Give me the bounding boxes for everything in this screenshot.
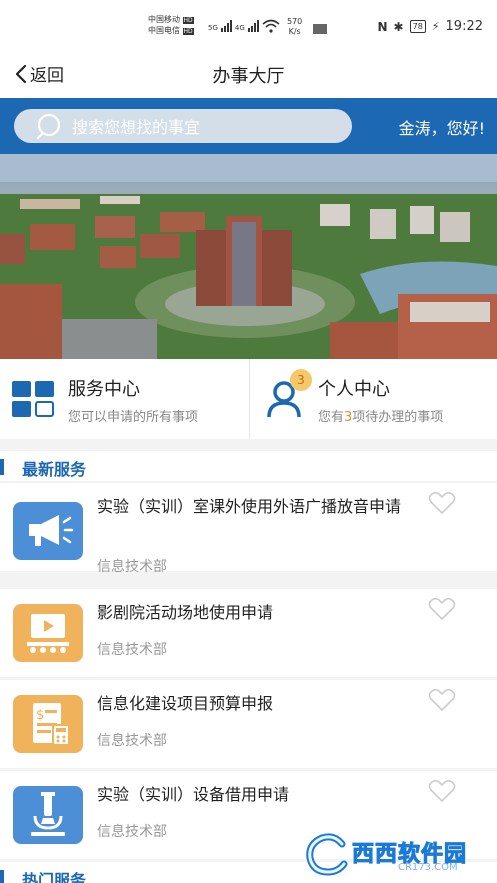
clock: 19:22: [445, 19, 483, 34]
carrier-info: 中国移动 HD 中国电信 HD: [148, 15, 194, 37]
service-dept: 信息技术部: [97, 642, 167, 658]
wifi-icon: [262, 19, 280, 33]
favorite-heart-icon[interactable]: [428, 779, 456, 803]
battery-icon: 78: [409, 20, 426, 33]
subtitle-suffix: 项待办理的事项: [352, 410, 444, 425]
hot-services-title: 热门服务: [22, 871, 87, 883]
carrier-2: 中国电信: [148, 26, 180, 35]
status-bar: 中国移动 HD 中国电信 HD 5G 4G 570 K/s N ✱ 78 ⚡ 1…: [0, 0, 497, 48]
mail-icon: [313, 24, 327, 34]
service-dept: 信息技术部: [97, 559, 167, 575]
network-5g: 5G: [208, 24, 218, 32]
subtitle-prefix: 您有: [318, 410, 345, 425]
personal-center-subtitle: 您有3项待办理的事项: [318, 406, 443, 425]
signal-icons: 5G 4G: [208, 20, 259, 32]
latest-services-header: 最新服务: [0, 451, 497, 481]
page-title: 办事大厅: [212, 66, 285, 87]
svg-text:$: $: [36, 708, 44, 723]
personal-center-title: 个人中心: [318, 379, 390, 400]
network-speed: 570 K/s: [287, 17, 302, 37]
charging-icon: ⚡: [431, 20, 440, 33]
user-greeting: 金涛，您好!: [398, 119, 485, 138]
service-item[interactable]: 影剧院活动场地使用申请 信息技术部: [0, 589, 497, 677]
nfc-icon: N: [377, 19, 388, 34]
theater-icon: [13, 604, 83, 662]
microscope-icon: [13, 786, 83, 844]
watermark-url: CR173.COM: [398, 862, 458, 873]
megaphone-icon: [13, 502, 83, 560]
service-dept: 信息技术部: [97, 733, 167, 749]
hd-badge: HD: [182, 17, 194, 24]
service-item[interactable]: $ 信息化建设项目预算申报 信息技术部: [0, 680, 497, 768]
campus-aerial-image: [0, 154, 497, 359]
signal-bars-icon: [247, 20, 259, 32]
service-title: 实验（实训）室课外使用外语广播放音申请: [97, 497, 402, 516]
service-center-card[interactable]: 服务中心 您可以申请的所有事项: [0, 359, 248, 439]
carrier-1: 中国移动: [148, 15, 180, 24]
campus-banner: [0, 154, 497, 359]
search-band: 搜索您想找的事宜 金涛，您好!: [0, 98, 497, 154]
service-item[interactable]: 实验（实训）室课外使用外语广播放音申请 信息技术部: [0, 483, 497, 575]
bluetooth-icon: ✱: [393, 19, 404, 34]
latest-services-title: 最新服务: [22, 460, 87, 479]
search-placeholder: 搜索您想找的事宜: [72, 118, 201, 137]
hd-badge: HD: [182, 28, 194, 35]
watermark-logo: 西西软件园 CR173.COM: [304, 832, 482, 878]
signal-bars-icon: [220, 20, 232, 32]
section-accent: [0, 870, 4, 883]
speed-value: 570: [287, 17, 303, 26]
favorite-heart-icon[interactable]: [428, 597, 456, 621]
speed-unit: K/s: [288, 27, 301, 36]
quick-access: 服务中心 您可以申请的所有事项 3 个人中心 您有3项待办理的事项: [0, 359, 497, 439]
favorite-heart-icon[interactable]: [428, 688, 456, 712]
grid-icon: [12, 381, 54, 417]
budget-icon: $: [13, 695, 83, 753]
nav-bar: 返回 办事大厅: [0, 48, 497, 98]
search-icon: [36, 113, 61, 139]
search-input[interactable]: 搜索您想找的事宜: [14, 109, 352, 143]
service-center-subtitle: 您可以申请的所有事项: [68, 410, 199, 425]
service-title: 实验（实训）设备借用申请: [97, 785, 290, 804]
section-accent: [0, 459, 4, 475]
service-title: 信息化建设项目预算申报: [97, 694, 274, 713]
personal-center-card[interactable]: 3 个人中心 您有3项待办理的事项: [249, 359, 497, 439]
status-right: N ✱ 78 ⚡ 19:22: [378, 19, 484, 34]
pending-count-badge: 3: [290, 369, 312, 391]
service-center-title: 服务中心: [68, 379, 140, 400]
watermark-c-icon: [306, 833, 348, 876]
network-4g: 4G: [234, 24, 245, 32]
service-title: 影剧院活动场地使用申请: [97, 603, 274, 622]
service-dept: 信息技术部: [97, 824, 167, 840]
favorite-heart-icon[interactable]: [428, 491, 456, 515]
